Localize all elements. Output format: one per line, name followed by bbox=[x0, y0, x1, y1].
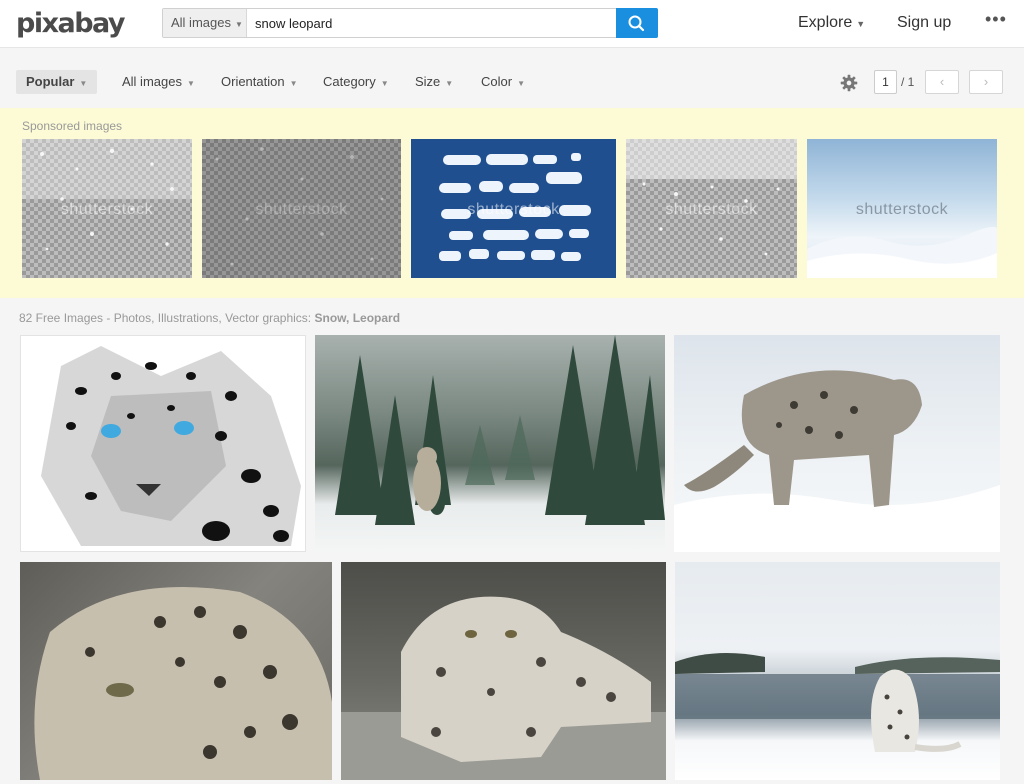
filter-size[interactable]: Size ▼ bbox=[415, 70, 453, 94]
caret-down-icon: ▼ bbox=[856, 19, 866, 29]
more-menu-icon[interactable]: ••• bbox=[985, 9, 1007, 30]
explore-menu[interactable]: Explore ▼ bbox=[798, 14, 865, 32]
pixabay-logo[interactable]: pixabay bbox=[16, 8, 126, 39]
filter-orientation[interactable]: Orientation ▼ bbox=[221, 70, 298, 94]
search-type-dropdown[interactable]: All images ▼ bbox=[163, 9, 247, 37]
top-header: pixabay All images▼ Explore▼ Sign up ••• bbox=[0, 0, 1024, 48]
caret-down-icon: ▼ bbox=[445, 79, 454, 88]
shutterstock-watermark: shutterstock bbox=[255, 201, 348, 218]
shutterstock-watermark: shutterstock bbox=[855, 201, 949, 218]
filter-label: Category bbox=[323, 74, 376, 89]
filter-all-images[interactable]: All images ▼ bbox=[122, 70, 195, 94]
sponsored-image-icicles[interactable]: shutterstock bbox=[411, 139, 616, 278]
page-total: / 1 bbox=[901, 75, 915, 89]
caret-down-icon: ▼ bbox=[289, 79, 298, 88]
results-count-text: 82 Free Images - Photos, Illustrations, … bbox=[19, 311, 312, 325]
leopard-lake-graphic bbox=[675, 653, 1000, 752]
caret-down-icon: ▼ bbox=[186, 79, 195, 88]
caret-down-icon: ▼ bbox=[517, 79, 525, 88]
sponsored-image-snow-overlay-3[interactable]: shutterstock bbox=[626, 139, 797, 278]
filter-popular[interactable]: Popular ▼ bbox=[16, 70, 98, 94]
leopard-standing-graphic bbox=[674, 370, 1000, 552]
search-button[interactable] bbox=[616, 8, 658, 38]
prev-page-button[interactable]: ‹ bbox=[925, 70, 959, 94]
filter-label: Orientation bbox=[221, 74, 285, 89]
image-tile-leopard-crouching[interactable] bbox=[341, 562, 666, 780]
sponsored-image-snow-overlay-2[interactable]: shutterstock bbox=[202, 139, 401, 278]
gear-icon[interactable] bbox=[840, 74, 858, 92]
forest-scene-graphic bbox=[335, 335, 665, 525]
search-type-label: All images bbox=[171, 15, 231, 30]
explore-label: Explore bbox=[798, 14, 853, 31]
shutterstock-watermark: shutterstock bbox=[665, 201, 758, 218]
filter-label: Size bbox=[415, 74, 441, 89]
image-tile-leopard-lake[interactable] bbox=[675, 562, 1000, 780]
leopard-illustration-graphic bbox=[41, 346, 301, 546]
search-icon bbox=[628, 15, 645, 32]
filter-category[interactable]: Category ▼ bbox=[323, 70, 389, 94]
filter-label: Popular bbox=[26, 74, 75, 89]
caret-down-icon: ▼ bbox=[380, 79, 389, 88]
image-tile-leopard-illustration[interactable] bbox=[20, 335, 306, 552]
leopard-portrait-graphic bbox=[34, 587, 332, 780]
shutterstock-watermark: shutterstock bbox=[467, 201, 560, 218]
caret-down-icon: ▼ bbox=[79, 79, 88, 88]
filter-color[interactable]: Color ▼ bbox=[481, 70, 525, 94]
search-bar: All images ▼ bbox=[162, 8, 658, 38]
sponsored-section: Sponsored images shutterstock shuttersto… bbox=[0, 108, 1024, 298]
filter-bar: Popular ▼ All images ▼ Orientation ▼ Catego… bbox=[0, 48, 1024, 108]
sponsored-image-snow-overlay-1[interactable]: shutterstock bbox=[22, 139, 192, 278]
shutterstock-watermark: shutterstock bbox=[60, 201, 154, 218]
next-page-button[interactable]: › bbox=[969, 70, 1003, 94]
sponsored-image-snow-landscape[interactable]: shutterstock bbox=[807, 139, 997, 278]
sponsored-label: Sponsored images bbox=[22, 119, 123, 133]
caret-down-icon: ▼ bbox=[234, 20, 243, 29]
search-input[interactable] bbox=[249, 9, 615, 37]
image-tile-leopard-portrait[interactable] bbox=[20, 562, 332, 780]
results-count-label: 82 Free Images - Photos, Illustrations, … bbox=[19, 311, 400, 325]
filter-label: Color bbox=[481, 74, 513, 89]
image-tile-leopard-forest[interactable] bbox=[315, 335, 665, 552]
sign-up-link[interactable]: Sign up bbox=[897, 14, 951, 32]
filter-label: All images bbox=[122, 74, 182, 89]
image-tile-leopard-standing-snow[interactable] bbox=[674, 335, 1000, 552]
results-search-terms: Snow, Leopard bbox=[314, 311, 401, 325]
leopard-crouching-graphic bbox=[341, 596, 666, 780]
page-number-input[interactable]: 1 bbox=[874, 70, 897, 94]
